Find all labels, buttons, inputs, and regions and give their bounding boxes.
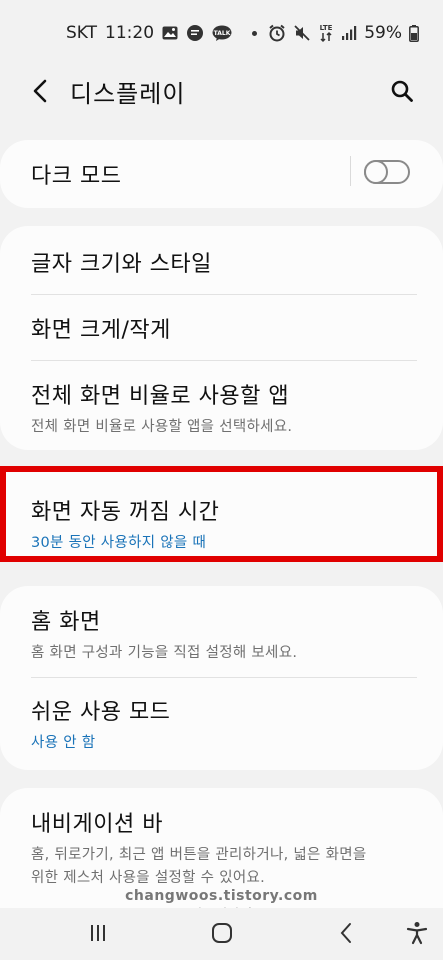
watermark-url: changwoos.tistory.com [125, 888, 318, 904]
battery-percent: 59% [364, 23, 402, 43]
home-screen-row[interactable]: 홈 화면 홈 화면 구성과 기능을 직접 설정해 보세요. [31, 604, 443, 662]
back-button[interactable] [26, 76, 54, 106]
full-screen-apps-row[interactable]: 전체 화면 비율로 사용할 앱 전체 화면 비율로 사용할 앱을 선택하세요. [31, 378, 443, 436]
back-arrow-icon [33, 79, 47, 103]
full-screen-apps-description: 전체 화면 비율로 사용할 앱을 선택하세요. [31, 419, 293, 435]
screen-timeout-highlight: 화면 자동 꺼짐 시간 30분 동안 사용하지 않을 때 [0, 466, 443, 562]
easy-mode-label: 쉬운 사용 모드 [31, 700, 171, 725]
page-title: 디스플레이 [70, 80, 186, 108]
recent-apps-button[interactable] [78, 918, 118, 948]
home-icon [212, 923, 232, 943]
lte-label: LTE [320, 24, 333, 32]
status-bar: SKT 11:20 TALK LTE 59% [0, 0, 443, 66]
screen-timeout-label: 화면 자동 꺼짐 시간 [31, 500, 220, 525]
signal-icon [341, 25, 357, 41]
screen-timeout-value: 30분 동안 사용하지 않을 때 [31, 535, 207, 551]
toggle-knob [364, 160, 388, 184]
system-navigation-bar [0, 908, 443, 960]
full-screen-apps-label: 전체 화면 비율로 사용할 앱 [31, 384, 290, 409]
battery-icon [409, 24, 419, 42]
font-size-style-label: 글자 크기와 스타일 [31, 252, 212, 277]
gallery-icon [162, 26, 178, 40]
lte-icon: LTE [318, 23, 334, 43]
back-nav-icon [340, 923, 351, 943]
navigation-bar-row[interactable]: 내비게이션 바 홈, 뒤로가기, 최근 앱 버튼을 관리하거나, 넓은 화면을 … [31, 806, 443, 887]
display-options-card: 글자 크기와 스타일 화면 크게/작게 전체 화면 비율로 사용할 앱 전체 화… [0, 226, 443, 450]
divider [31, 294, 417, 295]
carrier-label: SKT [66, 23, 98, 43]
easy-mode-row[interactable]: 쉬운 사용 모드 사용 안 함 [31, 694, 443, 752]
font-size-style-row[interactable]: 글자 크기와 스타일 [31, 246, 443, 278]
clock: 11:20 [105, 23, 155, 43]
divider [31, 677, 417, 678]
message-icon [186, 24, 204, 42]
status-left: SKT 11:20 TALK [66, 23, 258, 43]
mute-icon [293, 24, 311, 42]
home-button[interactable] [202, 918, 242, 948]
screen-timeout-row[interactable]: 화면 자동 꺼짐 시간 30분 동안 사용하지 않을 때 [31, 494, 437, 552]
notification-dot [252, 30, 258, 36]
app-header: 디스플레이 [0, 66, 443, 116]
alarm-icon [268, 24, 286, 42]
screen-zoom-label: 화면 크게/작게 [31, 318, 171, 343]
recent-apps-icon [91, 925, 105, 941]
search-button[interactable] [387, 76, 417, 106]
back-nav-button[interactable] [326, 918, 366, 948]
dark-mode-card: 다크 모드 [0, 140, 443, 208]
toggle-separator [350, 156, 351, 186]
accessibility-icon [406, 922, 428, 945]
talk-icon: TALK [212, 25, 232, 42]
home-screen-label: 홈 화면 [31, 610, 101, 635]
navigation-bar-label: 내비게이션 바 [31, 812, 163, 837]
home-easy-card: 홈 화면 홈 화면 구성과 기능을 직접 설정해 보세요. 쉬운 사용 모드 사… [0, 586, 443, 770]
navigation-bar-description-1: 홈, 뒤로가기, 최근 앱 버튼을 관리하거나, 넓은 화면을 [31, 847, 367, 863]
status-right: LTE 59% [268, 23, 419, 43]
navigation-bar-description-2: 위한 제스처 사용을 설정할 수 있어요. [31, 870, 266, 886]
dark-mode-toggle[interactable] [364, 160, 410, 184]
divider [31, 360, 417, 361]
accessibility-button[interactable] [397, 918, 437, 948]
home-screen-description: 홈 화면 구성과 기능을 직접 설정해 보세요. [31, 645, 298, 661]
easy-mode-value: 사용 안 함 [31, 735, 96, 751]
search-icon [391, 80, 413, 102]
talk-badge-text: TALK [214, 30, 231, 37]
screen-zoom-row[interactable]: 화면 크게/작게 [31, 312, 443, 344]
